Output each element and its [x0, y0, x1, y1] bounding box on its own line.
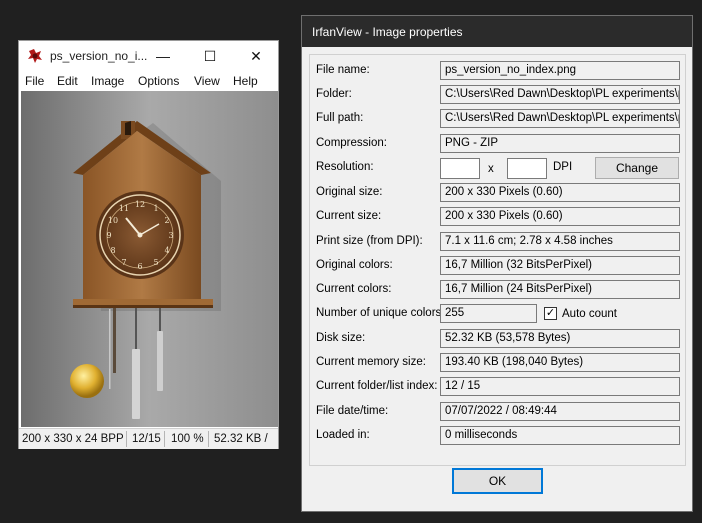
svg-text:8: 8: [110, 246, 115, 255]
status-file-size: 52.32 KB /: [214, 433, 268, 445]
current-colors-label: Current colors:: [316, 283, 392, 295]
menu-image[interactable]: Image: [91, 74, 124, 88]
menu-bar: File Edit Image Options View Help: [19, 71, 278, 91]
original-size-field[interactable]: 200 x 330 Pixels (0.60): [440, 183, 680, 202]
compression-label: Compression:: [316, 137, 387, 149]
original-size-label: Original size:: [316, 186, 383, 198]
auto-count-checkbox[interactable]: ✓: [544, 307, 557, 320]
menu-edit[interactable]: Edit: [57, 74, 78, 88]
ok-button[interactable]: OK: [452, 468, 543, 494]
auto-count-label[interactable]: Auto count: [562, 308, 617, 320]
current-size-field[interactable]: 200 x 330 Pixels (0.60): [440, 207, 680, 226]
memory-size-label: Current memory size:: [316, 356, 426, 368]
resolution-x-input[interactable]: [440, 158, 480, 179]
loaded-in-label: Loaded in:: [316, 429, 370, 441]
svg-text:2: 2: [164, 216, 169, 225]
svg-text:3: 3: [168, 231, 173, 240]
file-date-field[interactable]: 07/07/2022 / 08:49:44: [440, 402, 680, 421]
svg-text:10: 10: [108, 216, 118, 225]
original-colors-label: Original colors:: [316, 259, 393, 271]
menu-view[interactable]: View: [194, 74, 220, 88]
svg-text:5: 5: [153, 258, 158, 267]
menu-options[interactable]: Options: [138, 74, 179, 88]
status-divider: [164, 431, 165, 447]
status-zoom: 100 %: [171, 433, 204, 445]
print-size-field[interactable]: 7.1 x 11.6 cm; 2.78 x 4.58 inches: [440, 232, 680, 251]
svg-text:4: 4: [164, 246, 169, 255]
svg-text:9: 9: [106, 231, 111, 240]
svg-text:7: 7: [121, 258, 126, 267]
unique-colors-field[interactable]: 255: [440, 304, 537, 323]
irfanview-app-icon: [26, 47, 44, 65]
file-name-field[interactable]: ps_version_no_index.png: [440, 61, 680, 80]
menu-help[interactable]: Help: [233, 74, 258, 88]
file-name-label: File name:: [316, 64, 370, 76]
folder-index-label: Current folder/list index:: [316, 380, 438, 392]
dialog-titlebar[interactable]: IrfanView - Image properties: [302, 16, 692, 47]
image-view[interactable]: 12 1 2 3 4 5 6 7 8 9 10 11: [21, 91, 278, 427]
menu-file[interactable]: File: [25, 74, 44, 88]
disk-size-label: Disk size:: [316, 332, 366, 344]
folder-field[interactable]: C:\Users\Red Dawn\Desktop\PL experiments…: [440, 85, 680, 104]
full-path-label: Full path:: [316, 112, 364, 124]
status-divider: [126, 431, 127, 447]
minimize-icon[interactable]: —: [140, 41, 186, 71]
compression-field[interactable]: PNG - ZIP: [440, 134, 680, 153]
dialog-title: IrfanView - Image properties: [312, 25, 463, 39]
file-date-label: File date/time:: [316, 405, 389, 417]
print-size-label: Print size (from DPI):: [316, 235, 423, 247]
svg-text:12: 12: [135, 200, 145, 209]
folder-label: Folder:: [316, 88, 352, 100]
resolution-y-input[interactable]: [507, 158, 547, 179]
svg-text:1: 1: [153, 204, 158, 213]
irfanview-main-window: ps_version_no_i... — ☐ ✕ File Edit Image…: [18, 40, 279, 449]
status-divider: [208, 431, 209, 447]
dpi-unit-label: DPI: [553, 161, 573, 173]
svg-text:6: 6: [137, 262, 142, 271]
resolution-separator: x: [488, 163, 494, 175]
unique-colors-label: Number of unique colors:: [316, 307, 445, 319]
close-icon[interactable]: ✕: [233, 41, 279, 71]
original-colors-field[interactable]: 16,7 Million (32 BitsPerPixel): [440, 256, 680, 275]
main-titlebar[interactable]: ps_version_no_i... — ☐ ✕: [19, 41, 278, 71]
current-size-label: Current size:: [316, 210, 382, 222]
current-colors-field[interactable]: 16,7 Million (24 BitsPerPixel): [440, 280, 680, 299]
status-dimensions: 200 x 330 x 24 BPP: [22, 433, 124, 445]
svg-text:11: 11: [119, 204, 129, 213]
memory-size-field[interactable]: 193.40 KB (198,040 Bytes): [440, 353, 680, 372]
maximize-icon[interactable]: ☐: [187, 41, 233, 71]
full-path-field[interactable]: C:\Users\Red Dawn\Desktop\PL experiments…: [440, 109, 680, 128]
cuckoo-clock-image: 12 1 2 3 4 5 6 7 8 9 10 11: [21, 91, 278, 427]
image-properties-dialog: IrfanView - Image properties File name: …: [301, 15, 693, 512]
change-button[interactable]: Change: [595, 157, 679, 179]
disk-size-field[interactable]: 52.32 KB (53,578 Bytes): [440, 329, 680, 348]
status-index: 12/15: [132, 433, 161, 445]
loaded-in-field[interactable]: 0 milliseconds: [440, 426, 680, 445]
main-window-title: ps_version_no_i...: [50, 49, 148, 63]
folder-index-field[interactable]: 12 / 15: [440, 377, 680, 396]
resolution-label: Resolution:: [316, 161, 374, 173]
status-bar: 200 x 330 x 24 BPP 12/15 100 % 52.32 KB …: [19, 428, 278, 449]
